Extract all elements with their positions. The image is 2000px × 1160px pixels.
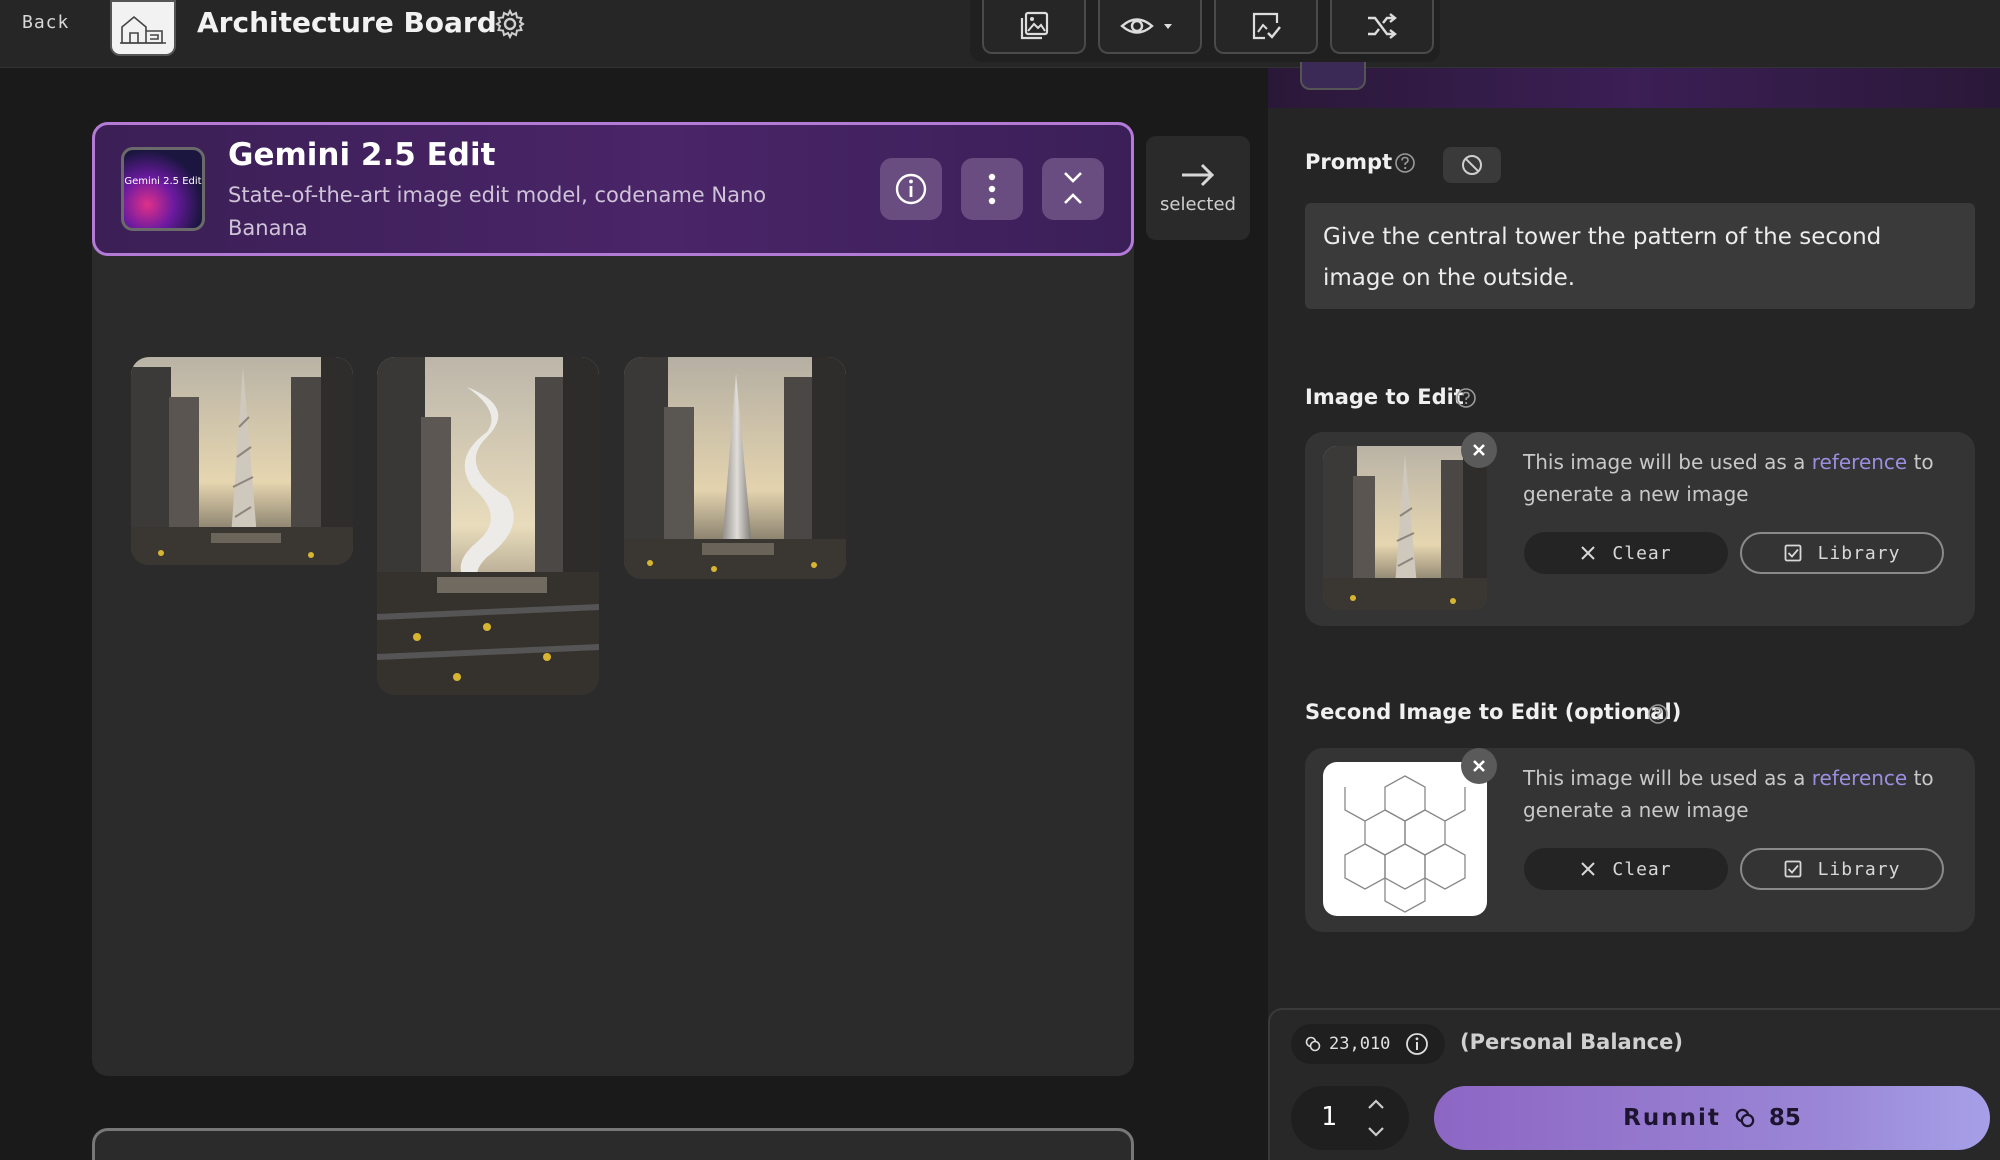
- image-to-edit-card: This image will be used as a reference t…: [1305, 432, 1975, 626]
- gear-icon[interactable]: [494, 8, 526, 40]
- shuffle-button[interactable]: [1330, 0, 1434, 54]
- arrow-right-icon: [1182, 163, 1215, 187]
- clear-second-image-button[interactable]: Clear: [1524, 848, 1728, 890]
- back-button[interactable]: Back: [22, 12, 69, 33]
- hexagon-pattern-image: [1344, 775, 1466, 913]
- info-icon: [895, 173, 927, 205]
- run-button-label: Runnit: [1623, 1105, 1721, 1131]
- panel-model-thumbnail: [1300, 62, 1366, 90]
- stepper-arrows-icon[interactable]: [1365, 1096, 1387, 1140]
- library-label: Library: [1817, 542, 1901, 564]
- remove-image-button[interactable]: [1461, 432, 1497, 468]
- model-thumbnail: Gemini 2.5 Edit: [121, 147, 205, 231]
- collapse-chevrons-icon: [1064, 172, 1082, 204]
- city-spire-tower-image: [624, 357, 846, 579]
- clear-prompt-button[interactable]: [1443, 147, 1501, 183]
- next-node-card[interactable]: [92, 1128, 1134, 1160]
- help-icon[interactable]: [1647, 703, 1669, 725]
- image-to-edit-preview[interactable]: [1323, 446, 1487, 610]
- checkbox-icon: [1784, 544, 1801, 562]
- credits-icon: [1305, 1036, 1321, 1052]
- balance-badge: 23,010: [1291, 1024, 1445, 1064]
- board-logo[interactable]: [110, 0, 176, 56]
- credits-icon: [1735, 1108, 1755, 1128]
- gallery-button[interactable]: [982, 0, 1086, 54]
- house-sketch-icon: [120, 15, 166, 44]
- close-icon: [1473, 760, 1485, 772]
- eye-icon: [1120, 18, 1172, 34]
- second-image-card: This image will be used as a reference t…: [1305, 748, 1975, 932]
- city-twisted-tower-image: [377, 357, 599, 695]
- balance-value: 23,010: [1329, 1034, 1391, 1054]
- description-text: This image will be used as a: [1523, 450, 1812, 474]
- close-icon: [1473, 444, 1485, 456]
- city-tower-image: [131, 357, 353, 565]
- close-icon: [1581, 862, 1596, 876]
- checkbox-icon: [1784, 860, 1801, 878]
- model-description: State-of-the-art image edit model, coden…: [228, 183, 767, 240]
- gallery-icon: [1020, 11, 1049, 40]
- run-cost: 85: [1768, 1105, 1801, 1131]
- reference-link[interactable]: reference: [1812, 450, 1908, 474]
- prompt-label: Prompt: [1305, 150, 1393, 174]
- image-to-edit-description: This image will be used as a reference t…: [1523, 446, 1963, 510]
- second-library-button[interactable]: Library: [1740, 848, 1944, 890]
- library-label: Library: [1817, 858, 1901, 880]
- collapse-button[interactable]: [1042, 158, 1104, 220]
- clear-label: Clear: [1612, 542, 1672, 564]
- second-image-preview[interactable]: [1323, 762, 1487, 916]
- prompt-input[interactable]: Give the central tower the pattern of th…: [1305, 203, 1975, 309]
- second-image-description: This image will be used as a reference t…: [1523, 762, 1963, 826]
- compare-button[interactable]: [1214, 0, 1318, 54]
- block-icon: [1462, 155, 1482, 175]
- balance-label: (Personal Balance): [1460, 1030, 1683, 1054]
- compare-icon: [1252, 12, 1281, 40]
- output-image-3[interactable]: [624, 357, 846, 579]
- remove-second-image-button[interactable]: [1461, 748, 1497, 784]
- second-image-label: Second Image to Edit (optional): [1305, 700, 1682, 724]
- visibility-dropdown[interactable]: [1098, 0, 1202, 54]
- model-name: Gemini 2.5 Edit: [228, 137, 496, 173]
- top-bar: Back Architecture Board: [0, 0, 2000, 68]
- shuffle-icon: [1368, 13, 1397, 39]
- city-tower-image: [1323, 446, 1487, 610]
- panel-header-strip: [1268, 68, 2000, 108]
- model-node-header[interactable]: Gemini 2.5 Edit Gemini 2.5 Edit State-of…: [92, 122, 1134, 256]
- library-button[interactable]: Library: [1740, 532, 1944, 574]
- info-icon[interactable]: [1404, 1031, 1430, 1057]
- reference-link[interactable]: reference: [1812, 766, 1908, 790]
- quantity-value: 1: [1321, 1102, 1337, 1132]
- run-button[interactable]: Runnit 85: [1434, 1086, 1990, 1150]
- board-title: Architecture Board: [197, 6, 497, 39]
- view-toolbar: [970, 0, 1440, 62]
- output-image-1[interactable]: [131, 357, 353, 565]
- more-options-button[interactable]: [961, 158, 1023, 220]
- help-icon[interactable]: [1394, 152, 1416, 174]
- kebab-menu-icon: [988, 173, 996, 205]
- output-image-2[interactable]: [377, 357, 599, 695]
- close-icon: [1581, 546, 1596, 560]
- info-button[interactable]: [880, 158, 942, 220]
- selected-output-button[interactable]: selected: [1146, 136, 1250, 240]
- model-node-card: [92, 122, 1134, 1076]
- description-text: This image will be used as a: [1523, 766, 1812, 790]
- quantity-stepper[interactable]: 1: [1291, 1086, 1409, 1150]
- help-icon[interactable]: [1455, 387, 1477, 409]
- image-to-edit-label: Image to Edit: [1305, 385, 1464, 409]
- clear-label: Clear: [1612, 858, 1672, 880]
- clear-image-button[interactable]: Clear: [1524, 532, 1728, 574]
- model-thumbnail-text: Gemini 2.5 Edit: [124, 176, 202, 187]
- selected-label: selected: [1160, 194, 1236, 215]
